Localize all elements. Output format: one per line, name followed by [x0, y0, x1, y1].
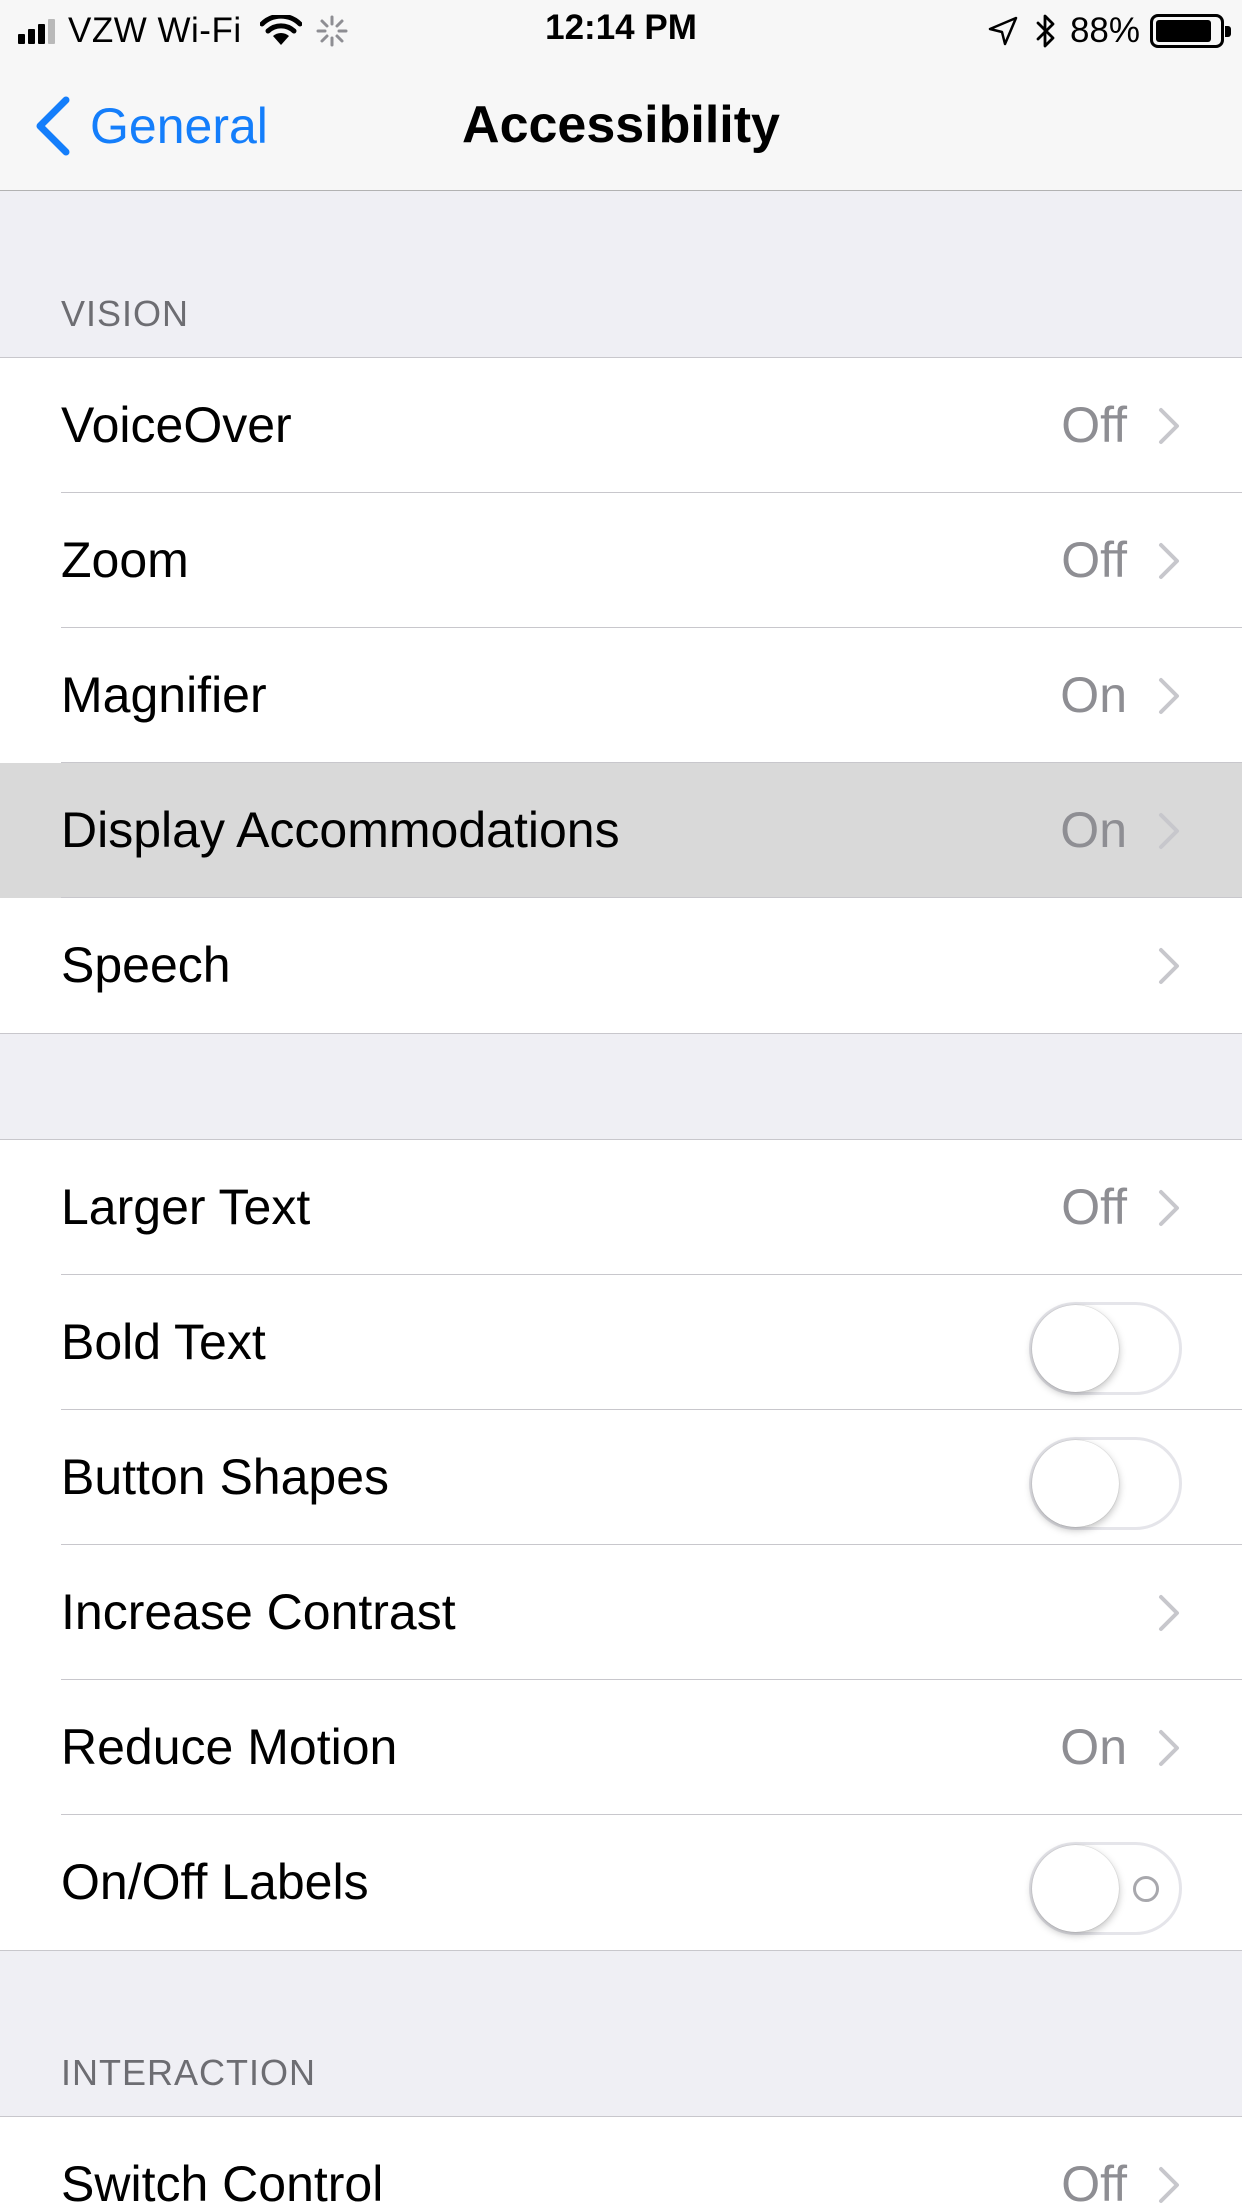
row-switch-control[interactable]: Switch Control Off	[0, 2117, 1242, 2208]
toggle-knob	[1032, 1305, 1119, 1392]
toggle-switch[interactable]	[1029, 1437, 1182, 1530]
row-label: Switch Control	[61, 2156, 384, 2208]
off-label-ring-icon	[1133, 1876, 1159, 1902]
row-label: Zoom	[61, 532, 189, 588]
row-value: On	[1060, 667, 1127, 723]
section-header-vision: VISION	[0, 192, 1242, 357]
chevron-right-icon	[1159, 1190, 1179, 1226]
row-on-off-labels[interactable]: On/Off Labels	[0, 1815, 1242, 1950]
row-larger-text[interactable]: Larger Text Off	[0, 1140, 1242, 1275]
row-value: Off	[1061, 532, 1127, 588]
chevron-right-icon	[1159, 408, 1179, 444]
row-value: Off	[1061, 2156, 1127, 2208]
row-speech[interactable]: Speech	[0, 898, 1242, 1033]
row-label: Magnifier	[61, 667, 267, 723]
accessibility-screen: VZW Wi-Fi 12:14 PM 88% General Accessibi…	[0, 0, 1242, 2208]
row-zoom[interactable]: Zoom Off	[0, 493, 1242, 628]
row-display-accommodations[interactable]: Display Accommodations On	[0, 763, 1242, 898]
row-label: Increase Contrast	[61, 1584, 456, 1640]
chevron-right-icon	[1159, 948, 1179, 984]
row-label: Bold Text	[61, 1314, 266, 1370]
row-value: On	[1060, 802, 1127, 858]
battery-percent: 88%	[1069, 11, 1140, 50]
chevron-right-icon	[1159, 678, 1179, 714]
row-label: On/Off Labels	[61, 1854, 369, 1910]
status-right: 88%	[988, 10, 1231, 52]
battery-icon	[1150, 14, 1231, 48]
chevron-right-icon	[1159, 1595, 1179, 1631]
location-arrow-icon	[988, 16, 1018, 46]
row-value: Off	[1061, 397, 1127, 453]
page-title: Accessibility	[462, 96, 780, 154]
chevron-right-icon	[1159, 813, 1179, 849]
chevron-right-icon	[1159, 1730, 1179, 1766]
row-button-shapes[interactable]: Button Shapes	[0, 1410, 1242, 1545]
row-value: Off	[1061, 1179, 1127, 1235]
status-bar: VZW Wi-Fi 12:14 PM 88%	[0, 0, 1242, 60]
settings-list: VISION VoiceOver Off Zoom Off Magnifier On Dis…	[0, 192, 1242, 2208]
row-label: Button Shapes	[61, 1449, 390, 1505]
interaction-group: Switch Control Off	[0, 2116, 1242, 2208]
row-reduce-motion[interactable]: Reduce Motion On	[0, 1680, 1242, 1815]
row-voiceover[interactable]: VoiceOver Off	[0, 358, 1242, 493]
row-label: Display Accommodations	[61, 802, 620, 858]
row-bold-text[interactable]: Bold Text	[0, 1275, 1242, 1410]
vision-group: VoiceOver Off Zoom Off Magnifier On Display Ac…	[0, 357, 1242, 1034]
row-label: Larger Text	[61, 1179, 311, 1235]
row-label: Reduce Motion	[61, 1719, 398, 1775]
chevron-right-icon	[1159, 543, 1179, 579]
chevron-right-icon	[1159, 2167, 1179, 2203]
section-header-interaction: INTERACTION	[0, 1951, 1242, 2116]
toggle-knob	[1032, 1440, 1119, 1527]
row-label: VoiceOver	[61, 397, 292, 453]
bluetooth-icon	[1036, 14, 1055, 48]
row-magnifier[interactable]: Magnifier On	[0, 628, 1242, 763]
toggle-switch[interactable]	[1029, 1842, 1182, 1935]
row-value: On	[1060, 1719, 1127, 1775]
toggle-knob	[1032, 1845, 1119, 1932]
row-label: Speech	[61, 937, 231, 993]
navigation-bar: General Accessibility	[0, 60, 1242, 191]
display-group: Larger Text Off Bold Text Button Shapes Incr…	[0, 1139, 1242, 1951]
section-header-label: VISION	[61, 293, 190, 334]
row-increase-contrast[interactable]: Increase Contrast	[0, 1545, 1242, 1680]
section-header-label: INTERACTION	[61, 2052, 317, 2093]
toggle-switch[interactable]	[1029, 1302, 1182, 1395]
